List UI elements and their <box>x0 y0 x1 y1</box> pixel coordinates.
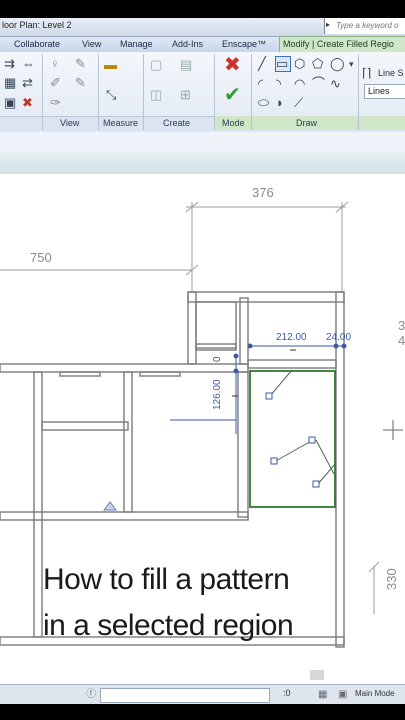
parts-icon[interactable]: ⊞ <box>180 88 191 102</box>
offset-icon[interactable]: ⇔ <box>22 57 35 71</box>
main-model-label: Main Mode <box>355 689 395 698</box>
ellipse-icon[interactable]: ⬭ <box>258 96 269 110</box>
spline-icon[interactable]: ∿ <box>330 77 341 91</box>
paint-icon[interactable]: ✎ <box>75 57 86 71</box>
tab-manage[interactable]: Manage <box>120 39 153 49</box>
delete-icon[interactable]: ✖ <box>22 96 33 110</box>
tab-add-ins[interactable]: Add-Ins <box>172 39 203 49</box>
hide-icon[interactable]: ♀ <box>50 57 60 71</box>
top-black-bar <box>0 0 405 18</box>
caption-line-2: in a selected region <box>43 609 294 642</box>
filled-region-sketch[interactable] <box>249 370 336 508</box>
dim-region-offset[interactable]: 24.00 <box>326 332 351 343</box>
finish-edit-icon[interactable]: ✔ <box>224 85 241 105</box>
design-options-icon[interactable]: ▣ <box>338 688 347 702</box>
tab-active-label: Modify | Create Filled Regio <box>283 39 394 49</box>
fillet-arc-icon[interactable]: ⌒ <box>312 77 325 91</box>
panel-label-create: Create <box>163 118 191 128</box>
pin-icon[interactable]: ▣ <box>4 96 16 110</box>
window-title: loor Plan: Level 2 <box>2 20 72 30</box>
split-icon[interactable]: ⇄ <box>22 76 33 90</box>
region-diagonals <box>269 369 336 485</box>
tab-collaborate[interactable]: Collaborate <box>14 39 60 49</box>
search-arrow-icon[interactable]: ▸ <box>326 20 330 29</box>
line-style-icon: ⌈⌉ <box>362 66 372 80</box>
worksharing-icon[interactable]: ▦ <box>318 688 327 702</box>
line-draw-icon[interactable]: ╱ <box>258 57 266 71</box>
dim-right-vertical[interactable]: 330 <box>384 568 399 590</box>
view-tab-strip <box>0 152 405 175</box>
rectangle-draw-icon[interactable]: ▭ <box>275 56 291 72</box>
measure-icon[interactable]: ▬ <box>104 58 117 72</box>
dim-top-width[interactable]: 376 <box>252 185 274 200</box>
elevation-marker-icon <box>103 501 117 511</box>
array-icon[interactable]: ▦ <box>4 76 16 90</box>
pencil-icon[interactable]: ✐ <box>50 76 61 90</box>
caption-line-1: How to fill a pattern <box>43 563 290 596</box>
align-icon[interactable]: ⇉ <box>4 57 15 71</box>
crop-marker <box>310 670 324 680</box>
selection-count: :0 <box>283 688 291 698</box>
tangent-arc-icon[interactable]: ◠ <box>294 77 305 91</box>
panel-separator <box>143 54 144 130</box>
line-style-label: Line S <box>378 68 404 78</box>
tab-view[interactable]: View <box>82 39 101 49</box>
draw-panel-band <box>252 116 405 130</box>
panel-label-view: View <box>60 118 80 128</box>
options-bar <box>0 132 405 153</box>
dim-edge-3: 3 <box>398 318 405 333</box>
circumscribed-polygon-icon[interactable]: ⬠ <box>312 57 323 71</box>
polygon-draw-icon[interactable]: ⬡ <box>294 57 305 71</box>
dim-vertical[interactable]: 126.00 <box>212 379 223 410</box>
search-placeholder: Type a keyword o <box>336 21 399 30</box>
brush-icon[interactable]: ✑ <box>50 96 61 110</box>
partial-ellipse-icon[interactable]: ◗ <box>276 96 284 110</box>
draw-dropdown-icon[interactable]: ▾ <box>349 57 354 71</box>
pick-lines-icon[interactable]: ⟋ <box>294 96 303 110</box>
dim-edge-4: 4 <box>398 333 405 348</box>
similar-icon[interactable]: ▤ <box>180 58 192 72</box>
arc-draw-icon[interactable]: ◜ <box>258 77 263 91</box>
dim-left-width[interactable]: 750 <box>30 250 52 265</box>
dim-region-width[interactable]: 212.00 <box>276 332 307 343</box>
panel-label-draw: Draw <box>296 118 318 128</box>
panel-label-measure: Measure <box>103 118 139 128</box>
center-arc-icon[interactable]: ◝ <box>276 77 281 91</box>
dimension-icon[interactable]: ⤡ <box>106 88 116 102</box>
panel-separator <box>358 54 359 130</box>
filter-icon[interactable]: ⓕ <box>86 688 96 702</box>
dimension-lines <box>0 201 380 614</box>
dim-vertical-small[interactable]: 0 <box>212 356 223 362</box>
bottom-black-bar <box>0 704 405 720</box>
override-icon[interactable]: ✎ <box>75 76 86 90</box>
line-style-value: Lines <box>368 86 390 96</box>
selection-grips[interactable] <box>265 392 320 488</box>
panel-separator <box>214 54 215 130</box>
panel-label-mode: Mode <box>222 118 245 128</box>
panel-separator <box>42 54 43 130</box>
circle-draw-icon[interactable]: ◯ <box>330 57 345 71</box>
floor-plan-drawing[interactable]: 376 750 212.00 24.00 126.00 0 330 3 4 <box>0 174 405 684</box>
status-input[interactable] <box>100 688 270 703</box>
panel-separator <box>251 54 252 130</box>
panel-separator <box>98 54 99 130</box>
create-group-icon[interactable]: ▢ <box>150 58 162 72</box>
tab-enscape[interactable]: Enscape™ <box>222 39 266 49</box>
cancel-edit-icon[interactable]: ✖ <box>224 55 241 75</box>
cursor-crosshair-icon <box>383 420 403 440</box>
assembly-icon[interactable]: ◫ <box>150 88 162 102</box>
